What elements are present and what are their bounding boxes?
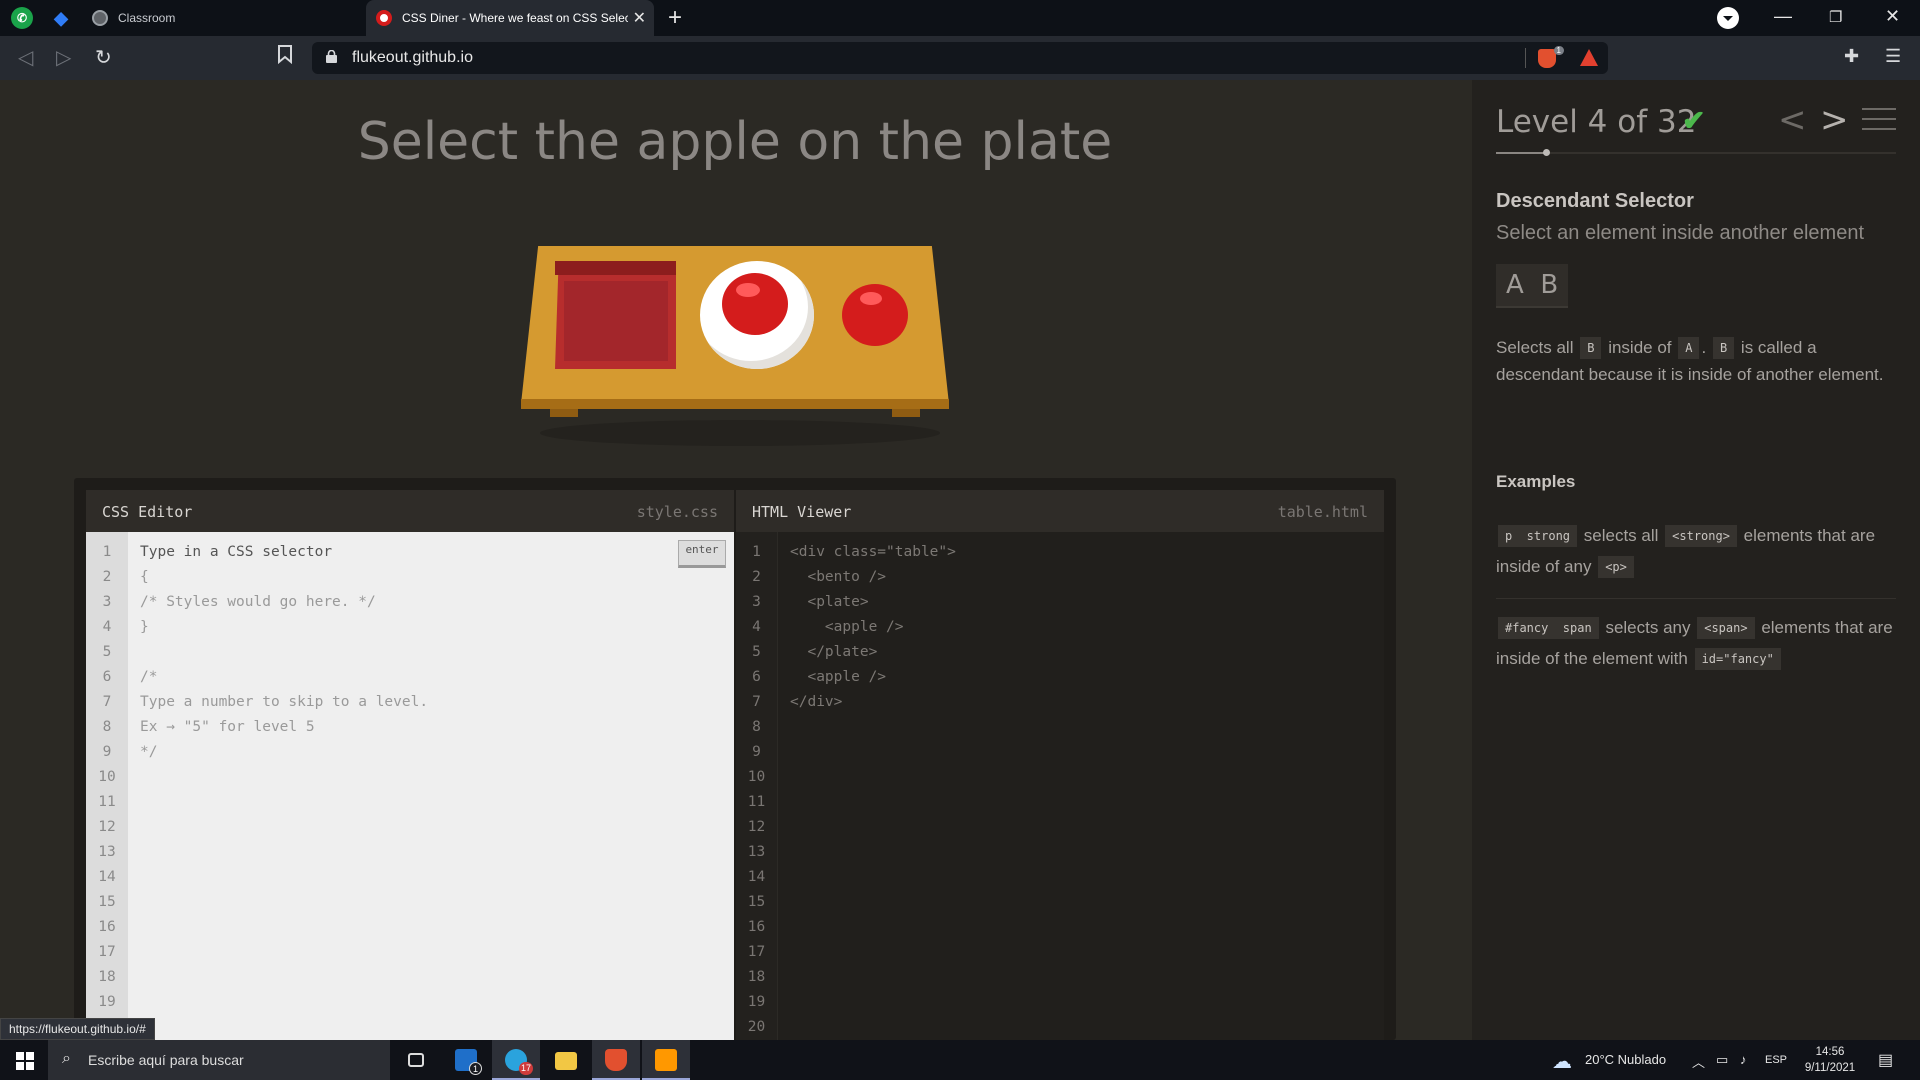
windows-logo-icon[interactable] (16, 1052, 34, 1070)
restore-icon[interactable]: ❐ (1829, 8, 1842, 26)
clock[interactable]: 14:56 9/11/2021 (1790, 1044, 1870, 1076)
bookmark-icon[interactable] (277, 44, 293, 70)
puzzle-icon[interactable]: ✚ (1844, 46, 1859, 67)
selector-description: Selects all B inside of A. B is called a… (1496, 337, 1884, 384)
progress-track (1496, 152, 1896, 154)
example-item: p strong selects all <strong> elements t… (1496, 525, 1876, 578)
back-icon[interactable]: ◁ (18, 45, 33, 70)
enter-button[interactable]: enter (678, 540, 726, 568)
checkmark-icon: ✔ (1682, 105, 1706, 136)
css-editor-title: CSS Editor (102, 503, 193, 521)
globe-icon (92, 10, 108, 26)
search-icon: ⌕ (62, 1050, 71, 1067)
shields-count-badge: 1 (1553, 46, 1564, 55)
css-editor: CSS Editor style.css 1 2 3 4 5 6 7 8 9 1… (86, 490, 734, 1040)
windows-taskbar: ⌕ Escribe aquí para buscar 1 17 ☁ 20°C N… (0, 1040, 1920, 1080)
url-text: flukeout.github.io (352, 49, 473, 66)
hamburger-icon[interactable]: ☰ (1885, 46, 1901, 67)
browser-toolbar: ◁ ▷ ↻ flukeout.github.io 1 ✚ ☰ (0, 36, 1920, 80)
profile-dropdown-icon[interactable] (1717, 7, 1739, 29)
lock-icon (326, 50, 337, 63)
next-level-icon[interactable]: > (1820, 100, 1849, 140)
reload-icon[interactable]: ↻ (95, 45, 112, 70)
language-indicator[interactable]: ESP (1765, 1054, 1787, 1066)
new-tab-button[interactable]: + (668, 4, 682, 32)
css-input-placeholder[interactable]: Type in a CSS selector (140, 540, 428, 565)
brave-browser-icon[interactable] (592, 1040, 640, 1080)
progress-fill (1496, 152, 1546, 154)
file-explorer-icon[interactable] (542, 1040, 590, 1080)
status-url-tooltip: https://flukeout.github.io/# (0, 1018, 155, 1040)
minimize-icon[interactable]: — (1774, 6, 1792, 27)
brave-rewards-icon[interactable] (1580, 49, 1598, 66)
forward-icon[interactable]: ▷ (56, 45, 71, 70)
selector-syntax: A B (1496, 264, 1569, 308)
level-menu-icon[interactable] (1862, 108, 1896, 130)
telegram-app-icon[interactable]: 17 (492, 1040, 540, 1080)
html-viewer: HTML Viewer table.html 1 2 3 4 5 6 7 8 9… (736, 490, 1384, 1040)
weather-text[interactable]: 20°C Nublado (1585, 1052, 1666, 1067)
css-line-numbers: 1 2 3 4 5 6 7 8 9 10 11 12 13 14 15 16 1… (86, 532, 128, 1040)
html-line-numbers: 1 2 3 4 5 6 7 8 9 10 11 12 13 14 15 16 1… (736, 532, 778, 1040)
html-viewer-title: HTML Viewer (752, 503, 852, 521)
chevron-up-icon[interactable]: ︿ (1692, 1052, 1705, 1071)
html-markup[interactable]: <div class="table"> <bento /> <plate> <a… (790, 532, 956, 1040)
search-placeholder: Escribe aquí para buscar (88, 1052, 244, 1068)
css-code-comments: { /* Styles would go here. */ } /* Type … (140, 569, 429, 760)
sublime-text-icon[interactable] (642, 1040, 690, 1080)
task-view-icon[interactable] (392, 1040, 440, 1080)
notifications-icon[interactable]: ▤ (1878, 1050, 1893, 1070)
css-diner-page: Select the apple on the plate CSS Editor… (0, 80, 1920, 1040)
selector-title: Select an element inside another element (1496, 222, 1865, 244)
example-item: #fancy span selects any <span> elements … (1496, 617, 1893, 670)
battery-icon[interactable]: ▭ (1716, 1052, 1728, 1068)
css-editor-filename: style.css (636, 503, 718, 521)
apple-on-plate[interactable] (722, 273, 788, 335)
level-instruction: Select the apple on the plate (357, 112, 1113, 172)
volume-icon[interactable]: ♪ (1740, 1052, 1747, 1067)
pinned-tab-diamond-icon[interactable]: ◆ (50, 7, 72, 29)
apple-on-table[interactable] (842, 284, 908, 346)
tab-css-diner[interactable]: CSS Diner - Where we feast on CSS Select… (366, 0, 654, 36)
close-tab-icon[interactable]: ✕ (633, 8, 646, 28)
css-diner-favicon-icon (376, 10, 392, 26)
editor-panel: CSS Editor style.css 1 2 3 4 5 6 7 8 9 1… (74, 478, 1396, 1040)
level-sidebar: Level 4 of 32 ✔ < > Descendant Selector … (1472, 80, 1920, 1040)
level-indicator: Level 4 of 32 (1496, 104, 1697, 140)
close-window-icon[interactable]: ✕ (1885, 6, 1900, 27)
previous-level-icon[interactable]: < (1778, 100, 1807, 140)
mail-app-icon[interactable]: 1 (442, 1040, 490, 1080)
cloud-icon: ☁ (1552, 1051, 1572, 1073)
browser-tab-strip: ✆ ◆ Classroom CSS Diner - Where we feast… (0, 0, 1920, 36)
html-viewer-filename: table.html (1277, 503, 1368, 521)
tab-classroom[interactable]: Classroom (88, 0, 364, 36)
pinned-tab-whatsapp-icon[interactable]: ✆ (11, 7, 33, 29)
examples-heading: Examples (1496, 472, 1576, 491)
progress-marker (1543, 149, 1550, 156)
address-bar[interactable]: flukeout.github.io 1 (312, 42, 1608, 74)
selector-name: Descendant Selector (1496, 190, 1694, 212)
taskbar-search[interactable]: ⌕ Escribe aquí para buscar (48, 1040, 390, 1080)
css-code: Type in a CSS selector { /* Styles would … (140, 532, 428, 1040)
